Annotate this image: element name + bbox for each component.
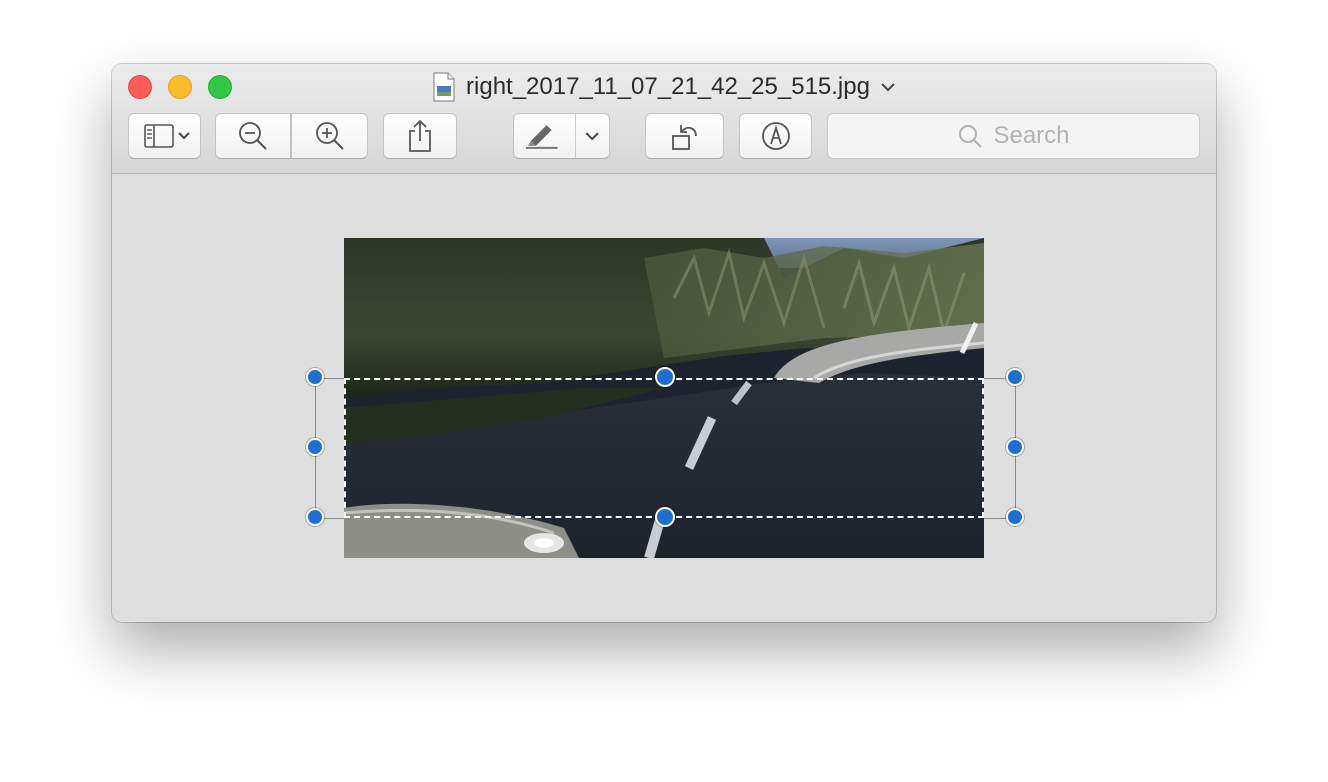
resize-handle-bottom-right[interactable] xyxy=(1006,508,1024,526)
jpg-file-icon xyxy=(433,72,455,102)
segment-divider xyxy=(575,114,576,158)
resize-handle-bottom-left[interactable] xyxy=(306,508,324,526)
zoom-in-button[interactable] xyxy=(291,113,368,159)
share-icon xyxy=(409,119,431,152)
search-field[interactable]: Search xyxy=(827,113,1200,159)
preview-window: right_2017_11_07_21_42_25_515.jpg Search xyxy=(112,64,1216,622)
chevron-down-icon[interactable] xyxy=(880,81,896,93)
zoom-out-button[interactable] xyxy=(215,113,291,159)
window-title-text: right_2017_11_07_21_42_25_515.jpg xyxy=(466,73,870,100)
title-bar: right_2017_11_07_21_42_25_515.jpg Search xyxy=(112,64,1216,174)
window-title[interactable]: right_2017_11_07_21_42_25_515.jpg xyxy=(112,72,1216,102)
search-icon xyxy=(959,125,983,148)
markup-button[interactable] xyxy=(739,113,812,159)
rotate-button[interactable] xyxy=(645,113,724,159)
image-canvas[interactable] xyxy=(112,174,1216,622)
markup-pen-icon xyxy=(761,122,790,150)
resize-handle-right[interactable] xyxy=(1006,438,1024,456)
resize-handle-top[interactable] xyxy=(655,367,675,387)
resize-handle-top-left[interactable] xyxy=(306,368,324,386)
zoom-in-icon xyxy=(315,122,344,150)
resize-handle-top-right[interactable] xyxy=(1006,368,1024,386)
rotate-left-icon xyxy=(671,125,697,150)
share-button[interactable] xyxy=(383,113,457,159)
highlighter-icon xyxy=(525,125,599,149)
resize-handle-bottom[interactable] xyxy=(655,507,675,527)
sidebar-icon xyxy=(143,124,190,148)
highlight-button[interactable] xyxy=(513,113,610,159)
search-placeholder: Search xyxy=(993,122,1070,149)
zoom-out-icon xyxy=(239,122,267,150)
sidebar-view-button[interactable] xyxy=(128,113,201,159)
resize-handle-left[interactable] xyxy=(306,438,324,456)
